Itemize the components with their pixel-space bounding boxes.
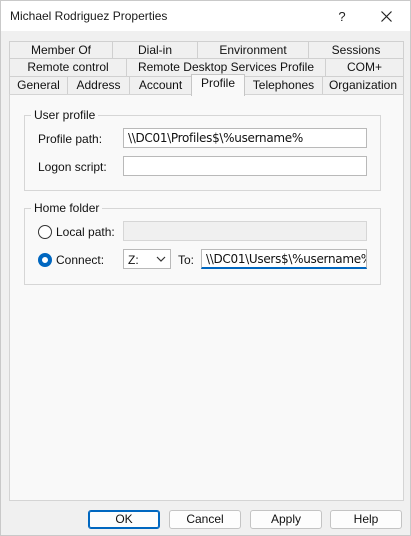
drive-letter-value: Z: xyxy=(128,253,139,267)
local-path-radio[interactable] xyxy=(38,225,52,239)
user-profile-group-label: User profile xyxy=(31,108,99,122)
connect-label: Connect: xyxy=(56,253,105,267)
tab-com-plus[interactable]: COM+ xyxy=(325,58,404,76)
cancel-button[interactable]: Cancel xyxy=(169,510,241,529)
profile-path-label: Profile path: xyxy=(38,132,103,146)
window-title: Michael Rodriguez Properties xyxy=(10,9,168,23)
tab-dial-in[interactable]: Dial-in xyxy=(112,41,198,59)
logon-script-input[interactable] xyxy=(123,156,367,176)
tab-sessions[interactable]: Sessions xyxy=(308,41,404,59)
tab-environment[interactable]: Environment xyxy=(197,41,309,59)
title-bar: Michael Rodriguez Properties ? xyxy=(1,1,410,31)
home-folder-group-label: Home folder xyxy=(31,201,103,215)
user-profile-group: User profile Profile path: \\DC01\Profil… xyxy=(24,108,381,191)
tab-telephones[interactable]: Telephones xyxy=(244,76,323,94)
connect-radio[interactable] xyxy=(38,253,52,267)
tab-member-of[interactable]: Member Of xyxy=(9,41,113,59)
profile-path-input[interactable]: \\DC01\Profiles$\%username% xyxy=(123,128,367,148)
logon-script-label: Logon script: xyxy=(38,160,107,174)
tab-organization[interactable]: Organization xyxy=(322,76,404,94)
tab-general[interactable]: General xyxy=(9,76,68,94)
tab-address[interactable]: Address xyxy=(67,76,130,94)
local-path-input[interactable] xyxy=(123,221,367,241)
tab-remote-control[interactable]: Remote control xyxy=(9,58,127,76)
tab-profile[interactable]: Profile xyxy=(191,74,245,96)
drive-letter-select[interactable]: Z: xyxy=(123,249,171,269)
apply-button[interactable]: Apply xyxy=(250,510,322,529)
home-folder-group: Home folder Local path: Connect: Z: To: … xyxy=(24,201,381,285)
close-icon-button[interactable] xyxy=(364,1,408,31)
close-icon xyxy=(380,10,392,22)
to-label: To: xyxy=(178,253,195,267)
help-icon-button[interactable]: ? xyxy=(320,1,364,31)
tab-account[interactable]: Account xyxy=(129,76,192,94)
chevron-down-icon xyxy=(156,256,166,262)
ok-button[interactable]: OK xyxy=(88,510,160,529)
help-button[interactable]: Help xyxy=(330,510,402,529)
home-folder-path-input[interactable]: \\DC01\Users$\%username% xyxy=(201,249,367,269)
properties-dialog: Michael Rodriguez Properties ? Member Of… xyxy=(0,0,411,536)
local-path-label: Local path: xyxy=(56,225,115,239)
profile-tab-panel: User profile Profile path: \\DC01\Profil… xyxy=(9,94,404,501)
